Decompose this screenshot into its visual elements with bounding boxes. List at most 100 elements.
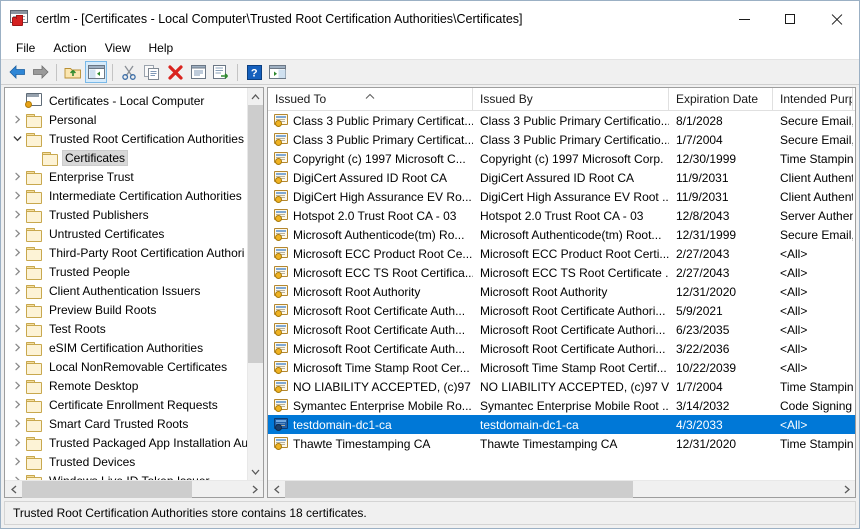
scroll-right-icon[interactable] <box>246 481 263 498</box>
scroll-left-icon[interactable] <box>5 481 22 498</box>
tree-hscroll-thumb[interactable] <box>22 480 193 498</box>
chevron-right-icon[interactable] <box>10 229 25 238</box>
chevron-right-icon[interactable] <box>10 457 25 466</box>
list-hscroll-thumb[interactable] <box>285 480 634 498</box>
tree-item-untrusted-certificates[interactable]: Untrusted Certificates <box>5 224 247 243</box>
chevron-right-icon[interactable] <box>10 286 25 295</box>
menu-view[interactable]: View <box>96 39 140 57</box>
tree-root-item[interactable]: Certificates - Local Computer <box>5 91 247 110</box>
tree-item-certificates[interactable]: Certificates <box>5 148 247 167</box>
copy-icon[interactable] <box>141 61 163 83</box>
tree-item-personal[interactable]: Personal <box>5 110 247 129</box>
chevron-right-icon[interactable] <box>10 191 25 200</box>
tree-item-certificate-enrollment-requests[interactable]: Certificate Enrollment Requests <box>5 395 247 414</box>
tree-item-smart-card-trusted-roots[interactable]: Smart Card Trusted Roots <box>5 414 247 433</box>
certificate-row[interactable]: DigiCert Assured ID Root CA DigiCert Assu… <box>268 168 855 187</box>
tree-vertical-scrollbar[interactable] <box>247 88 263 480</box>
up-one-level-icon[interactable] <box>62 61 84 83</box>
certificate-row[interactable]: Microsoft Root Certificate Auth... Micros… <box>268 339 855 358</box>
cell-text: <All> <box>780 360 808 375</box>
back-icon[interactable] <box>6 61 28 83</box>
cell-text: NO LIABILITY ACCEPTED, (c)97 Ve... <box>480 379 669 394</box>
chevron-right-icon[interactable] <box>10 115 25 124</box>
column-header-intended-purp[interactable]: Intended Purp <box>773 88 853 110</box>
certificate-row[interactable]: Microsoft Authenticode(tm) Ro... Microsof… <box>268 225 855 244</box>
chevron-right-icon[interactable] <box>10 343 25 352</box>
tree-item-preview-build-roots[interactable]: Preview Build Roots <box>5 300 247 319</box>
menu-file[interactable]: File <box>7 39 44 57</box>
certificate-row[interactable]: Class 3 Public Primary Certificat... Clas… <box>268 111 855 130</box>
tree-item-trusted-packaged-app-installation-au[interactable]: Trusted Packaged App Installation Au <box>5 433 247 452</box>
menu-help[interactable]: Help <box>140 39 183 57</box>
tree-item-trusted-people[interactable]: Trusted People <box>5 262 247 281</box>
certificate-row[interactable]: Microsoft Root Certificate Auth... Micros… <box>268 301 855 320</box>
chevron-right-icon[interactable] <box>10 400 25 409</box>
help-icon[interactable]: ? <box>243 61 265 83</box>
cell-expiration: 3/14/2032 <box>669 399 773 413</box>
menu-action[interactable]: Action <box>44 39 95 57</box>
chevron-right-icon[interactable] <box>10 172 25 181</box>
certificate-row[interactable]: DigiCert High Assurance EV Ro... DigiCert… <box>268 187 855 206</box>
column-header-expiration-date[interactable]: Expiration Date <box>669 88 773 110</box>
certificate-row[interactable]: testdomain-dc1-ca testdomain-dc1-ca 4/3/20… <box>268 415 855 434</box>
certificate-row[interactable]: Class 3 Public Primary Certificat... Clas… <box>268 130 855 149</box>
chevron-down-icon[interactable] <box>10 134 25 143</box>
tree-horizontal-scrollbar[interactable] <box>5 480 263 498</box>
tree-item-third-party-root-certification-authori[interactable]: Third-Party Root Certification Authori <box>5 243 247 262</box>
cut-icon[interactable] <box>118 61 140 83</box>
chevron-right-icon[interactable] <box>10 381 25 390</box>
certificate-list[interactable]: Class 3 Public Primary Certificat... Clas… <box>268 111 855 480</box>
column-header-issued-to[interactable]: Issued To <box>268 88 473 110</box>
certificate-row[interactable]: NO LIABILITY ACCEPTED, (c)97 ... NO LIABI… <box>268 377 855 396</box>
tree-item-intermediate-certification-authorities[interactable]: Intermediate Certification Authorities <box>5 186 247 205</box>
tree-item-esim-certification-authorities[interactable]: eSIM Certification Authorities <box>5 338 247 357</box>
folder-icon <box>25 341 42 356</box>
certificate-row[interactable]: Hotspot 2.0 Trust Root CA - 03 Hotspot 2.… <box>268 206 855 225</box>
certificate-row[interactable]: Thawte Timestamping CA Thawte Timestampin… <box>268 434 855 453</box>
properties-icon[interactable] <box>187 61 209 83</box>
show-action-pane-icon[interactable] <box>266 61 288 83</box>
chevron-right-icon[interactable] <box>10 362 25 371</box>
tree-item-trusted-publishers[interactable]: Trusted Publishers <box>5 205 247 224</box>
tree-item-windows-live-id-token-issuer[interactable]: Windows Live ID Token Issuer <box>5 471 247 480</box>
tree-item-enterprise-trust[interactable]: Enterprise Trust <box>5 167 247 186</box>
export-list-icon[interactable] <box>210 61 232 83</box>
delete-icon[interactable] <box>164 61 186 83</box>
forward-icon[interactable] <box>29 61 51 83</box>
list-hscroll-track[interactable] <box>285 480 838 498</box>
show-hide-console-tree-icon[interactable] <box>85 61 107 83</box>
tree-item-remote-desktop[interactable]: Remote Desktop <box>5 376 247 395</box>
list-horizontal-scrollbar[interactable] <box>268 480 855 498</box>
tree-item-trusted-devices[interactable]: Trusted Devices <box>5 452 247 471</box>
chevron-right-icon[interactable] <box>10 210 25 219</box>
cell-text: Microsoft Root Authority <box>293 284 421 299</box>
scroll-down-icon[interactable] <box>248 463 264 480</box>
chevron-right-icon[interactable] <box>10 438 25 447</box>
certificate-row[interactable]: Microsoft ECC Product Root Ce... Microsof… <box>268 244 855 263</box>
tree-vscroll-track[interactable] <box>247 105 263 463</box>
chevron-right-icon[interactable] <box>10 248 25 257</box>
maximize-button[interactable] <box>767 1 813 37</box>
certificate-row[interactable]: Microsoft Time Stamp Root Cer... Microsof… <box>268 358 855 377</box>
chevron-right-icon[interactable] <box>10 419 25 428</box>
close-button[interactable] <box>813 1 859 37</box>
column-header-issued-by[interactable]: Issued By <box>473 88 669 110</box>
certificate-row[interactable]: Microsoft Root Authority Microsoft Root A… <box>268 282 855 301</box>
tree-item-test-roots[interactable]: Test Roots <box>5 319 247 338</box>
scroll-right-icon[interactable] <box>838 481 855 498</box>
scroll-left-icon[interactable] <box>268 481 285 498</box>
scroll-up-icon[interactable] <box>248 88 264 105</box>
minimize-button[interactable] <box>721 1 767 37</box>
chevron-right-icon[interactable] <box>10 305 25 314</box>
chevron-right-icon[interactable] <box>10 267 25 276</box>
tree-item-client-authentication-issuers[interactable]: Client Authentication Issuers <box>5 281 247 300</box>
tree-item-trusted-root-certification-authorities[interactable]: Trusted Root Certification Authorities <box>5 129 247 148</box>
certificate-row[interactable]: Microsoft ECC TS Root Certifica... Micros… <box>268 263 855 282</box>
tree-item-local-nonremovable-certificates[interactable]: Local NonRemovable Certificates <box>5 357 247 376</box>
chevron-right-icon[interactable] <box>10 324 25 333</box>
certificate-row[interactable]: Copyright (c) 1997 Microsoft C... Copyrig… <box>268 149 855 168</box>
certificate-row[interactable]: Microsoft Root Certificate Auth... Micros… <box>268 320 855 339</box>
tree-vscroll-thumb[interactable] <box>247 105 263 363</box>
certificate-row[interactable]: Symantec Enterprise Mobile Ro... Symantec… <box>268 396 855 415</box>
tree-hscroll-track[interactable] <box>22 480 246 498</box>
